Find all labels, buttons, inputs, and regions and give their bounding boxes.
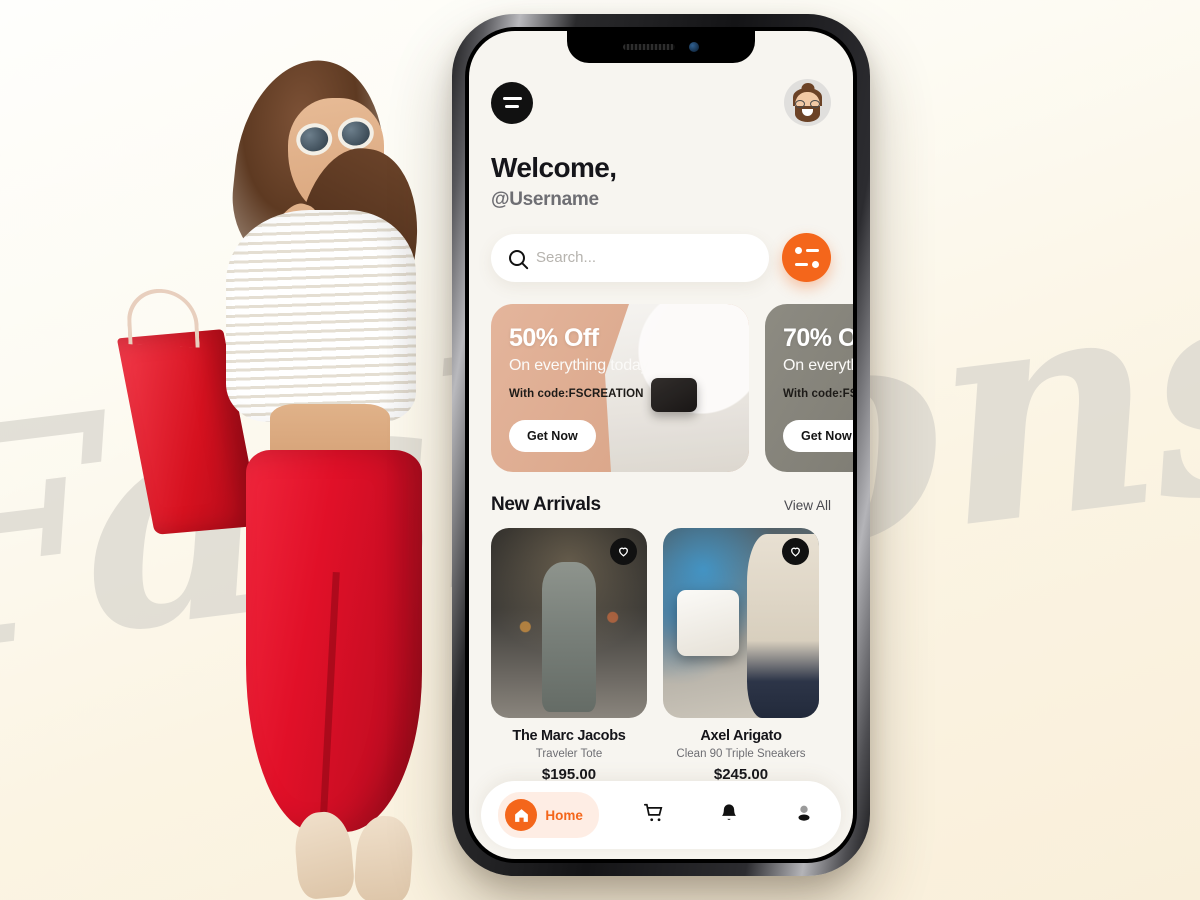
home-icon bbox=[505, 799, 538, 831]
product-list: The Marc Jacobs Traveler Tote $195.00 Ax… bbox=[491, 528, 831, 783]
model-crop-top bbox=[226, 210, 416, 422]
speaker-grill-icon bbox=[623, 44, 675, 50]
app-content: Welcome, @Username Search... 50% Off On … bbox=[469, 31, 853, 859]
section-title: New Arrivals bbox=[491, 494, 601, 515]
menu-line-bottom bbox=[505, 105, 519, 108]
hamburger-menu-icon[interactable] bbox=[491, 81, 533, 124]
promo-carousel[interactable]: 50% Off On everything today With code:FS… bbox=[491, 304, 853, 472]
menu-line-top bbox=[502, 97, 522, 100]
model-photo bbox=[116, 52, 458, 900]
product-card[interactable]: The Marc Jacobs Traveler Tote $195.00 bbox=[491, 528, 647, 783]
tab-home-label: Home bbox=[545, 807, 583, 823]
phone-mockup: Welcome, @Username Search... 50% Off On … bbox=[452, 14, 870, 876]
product-image bbox=[663, 528, 819, 718]
promo-card[interactable]: 70% Off On everything today With code:FS… bbox=[765, 304, 853, 472]
new-arrivals-header: New Arrivals View All bbox=[491, 494, 831, 516]
product-image bbox=[491, 528, 647, 718]
get-now-button[interactable]: Get Now bbox=[783, 420, 853, 452]
product-name: The Marc Jacobs bbox=[512, 728, 626, 744]
view-all-link[interactable]: View All bbox=[784, 498, 831, 513]
product-card[interactable]: Axel Arigato Clean 90 Triple Sneakers $2… bbox=[663, 528, 819, 783]
product-description: Clean 90 Triple Sneakers bbox=[676, 748, 806, 760]
username-label: @Username bbox=[491, 189, 599, 210]
phone-notch bbox=[567, 31, 755, 63]
heart-icon[interactable] bbox=[610, 538, 637, 565]
search-icon bbox=[509, 249, 525, 266]
product-description: Traveler Tote bbox=[535, 748, 603, 760]
promo-subtitle: On everything today bbox=[783, 357, 853, 374]
filter-sliders-icon[interactable] bbox=[782, 233, 831, 282]
filter-row-bottom bbox=[794, 261, 819, 268]
heart-icon[interactable] bbox=[782, 538, 809, 565]
search-input[interactable] bbox=[536, 249, 751, 266]
front-camera-icon bbox=[689, 42, 699, 52]
phone-screen: Welcome, @Username Search... 50% Off On … bbox=[469, 31, 853, 859]
promo-code: With code:FSCREATION bbox=[783, 388, 853, 400]
promo-code: With code:FSCREATION bbox=[509, 388, 644, 400]
product-name: Axel Arigato bbox=[700, 728, 782, 744]
tab-notifications[interactable] bbox=[709, 795, 749, 836]
promo-discount: 50% Off bbox=[509, 324, 599, 352]
promo-discount: 70% Off bbox=[783, 324, 853, 352]
promo-subtitle: On everything today bbox=[509, 357, 649, 374]
search-box[interactable] bbox=[491, 233, 769, 282]
filter-row-top bbox=[794, 247, 819, 254]
get-now-button[interactable]: Get Now bbox=[509, 420, 596, 452]
bottom-navigation: Home bbox=[481, 781, 841, 849]
tab-cart[interactable] bbox=[634, 795, 674, 836]
avatar-glasses-icon bbox=[795, 100, 820, 108]
tab-profile[interactable] bbox=[784, 795, 824, 836]
profile-icon bbox=[793, 802, 815, 829]
cart-icon bbox=[643, 802, 665, 829]
welcome-title: Welcome, bbox=[491, 152, 617, 183]
search-row bbox=[491, 233, 831, 282]
tab-home[interactable]: Home bbox=[498, 792, 599, 838]
user-avatar-memoji[interactable] bbox=[784, 79, 831, 126]
phone-bezel: Welcome, @Username Search... 50% Off On … bbox=[465, 27, 857, 863]
promo-card[interactable]: 50% Off On everything today With code:FS… bbox=[491, 304, 749, 472]
bell-icon bbox=[718, 802, 740, 829]
